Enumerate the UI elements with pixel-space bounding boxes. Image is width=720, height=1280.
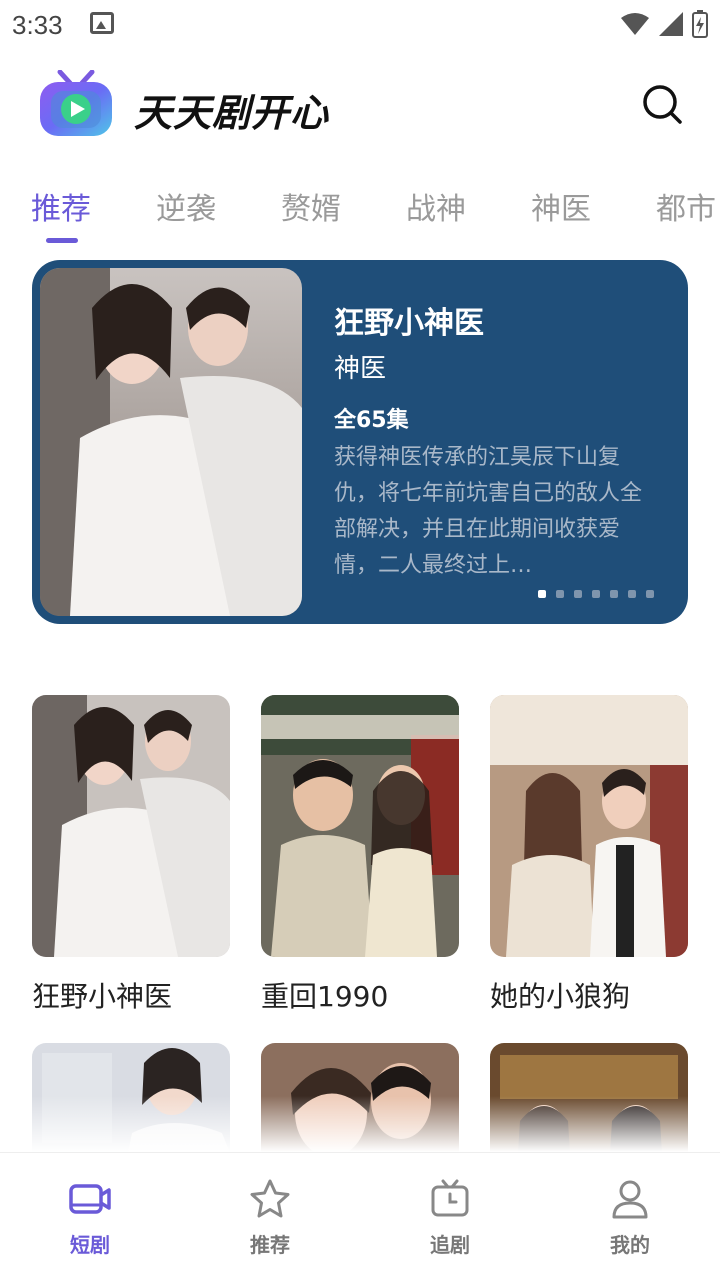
poster-image [40, 268, 302, 616]
drama-poster[interactable] [490, 695, 688, 957]
carousel-dots [538, 590, 654, 598]
poster-image [261, 695, 459, 957]
carousel-dot[interactable] [592, 590, 600, 598]
carousel-dot[interactable] [646, 590, 654, 598]
drama-title[interactable]: 狂野小神医 [32, 975, 230, 1015]
banner-title[interactable]: 狂野小神医 [334, 298, 484, 342]
featured-banner[interactable]: 狂野小神医 神医 全65集 获得神医传承的江昊辰下山复仇，将七年前坑害自己的敌人… [32, 260, 688, 624]
nav-label: 短剧 [70, 1233, 110, 1257]
nav-profile[interactable]: 我的 [570, 1177, 690, 1258]
nav-recommend[interactable]: 推荐 [210, 1177, 330, 1258]
nav-label: 追剧 [430, 1233, 470, 1257]
tab-comeback[interactable]: 逆袭 [156, 184, 216, 228]
drama-card[interactable]: 狂野小神医 [32, 695, 230, 1015]
battery-icon [692, 10, 708, 38]
banner-episodes: 全65集 [334, 408, 409, 433]
carousel-dot[interactable] [556, 590, 564, 598]
nav-label: 我的 [610, 1233, 650, 1257]
carousel-dot[interactable] [628, 590, 636, 598]
status-bar: 3:33 [0, 0, 720, 50]
wifi-icon [621, 13, 649, 35]
banner-description: 获得神医传承的江昊辰下山复仇，将七年前坑害自己的敌人全部解决，并且在此期间收获爱… [334, 445, 643, 578]
drama-title[interactable]: 重回1990 [261, 975, 459, 1015]
bottom-navigation: 短剧 推荐 追剧 我的 [0, 1152, 720, 1280]
app-logo [40, 70, 112, 136]
scroll-fade [0, 1096, 720, 1152]
tab-indicator [46, 238, 78, 243]
category-tabs: 推荐 逆袭 赘婿 战神 神医 都市 [0, 176, 720, 248]
tab-doctor[interactable]: 神医 [531, 184, 591, 228]
status-time: 3:33 [12, 10, 63, 40]
app-title: 天天剧开心 [134, 91, 330, 135]
search-icon[interactable] [640, 82, 684, 126]
drama-title[interactable]: 她的小狼狗 [490, 975, 688, 1015]
tab-city[interactable]: 都市 [656, 184, 716, 228]
carousel-dot[interactable] [610, 590, 618, 598]
carousel-dot[interactable] [574, 590, 582, 598]
tab-war-god[interactable]: 战神 [406, 184, 466, 228]
person-icon [612, 1180, 648, 1219]
nav-short-drama[interactable]: 短剧 [30, 1177, 150, 1258]
star-icon [250, 1179, 290, 1218]
drama-card[interactable]: 她的小狼狗 [490, 695, 688, 1015]
poster-image [32, 695, 230, 957]
video-icon [69, 1184, 111, 1214]
tv-icon [431, 1179, 469, 1217]
drama-poster[interactable] [261, 695, 459, 957]
tab-son-in-law[interactable]: 赘婿 [281, 184, 341, 228]
status-icons [620, 10, 708, 38]
carousel-dot[interactable] [538, 590, 546, 598]
nav-follow[interactable]: 追剧 [390, 1177, 510, 1258]
drama-card[interactable]: 重回1990 [261, 695, 459, 1015]
drama-poster[interactable] [32, 695, 230, 957]
tab-recommend[interactable]: 推荐 [31, 184, 91, 228]
banner-poster[interactable] [40, 268, 302, 616]
poster-image [490, 695, 688, 957]
nav-label: 推荐 [250, 1233, 290, 1257]
banner-genre: 神医 [334, 354, 387, 384]
signal-icon [659, 12, 683, 36]
image-notification-icon [90, 12, 114, 34]
